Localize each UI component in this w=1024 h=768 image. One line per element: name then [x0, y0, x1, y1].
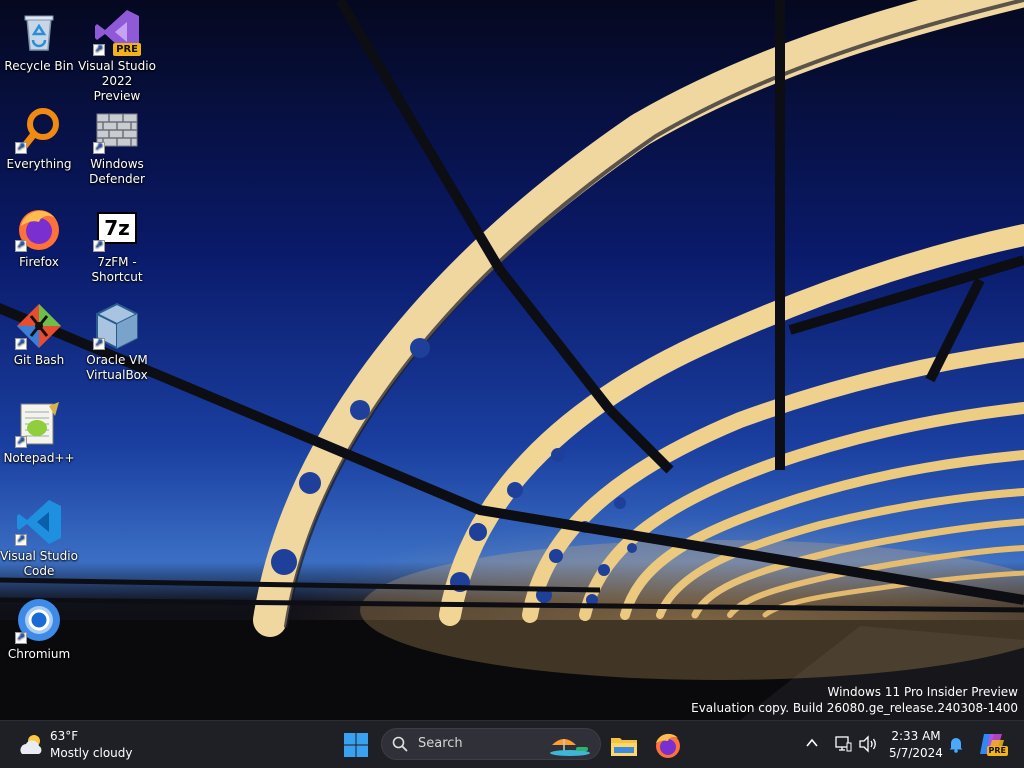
speaker-icon — [859, 735, 876, 753]
desktop-icon-firefox[interactable]: ↗ Firefox — [0, 198, 78, 290]
7zip-icon: 7z ↗ — [93, 204, 141, 252]
clock-time: 2:33 AM — [891, 729, 941, 743]
firefox-icon — [656, 733, 680, 758]
shortcut-arrow-icon: ↗ — [15, 240, 27, 252]
shortcut-arrow-icon: ↗ — [15, 142, 27, 154]
desktop-icon-label: Visual Studio Code — [0, 549, 78, 578]
brick-wall-icon: ↗ — [93, 106, 141, 154]
desktop-icon-label: Visual Studio 2022 Preview — [78, 59, 156, 103]
visual-studio-preview-icon: PRE ↗ — [93, 8, 141, 56]
copilot-preview-badge: PRE — [986, 746, 1008, 756]
desktop-icon-visual-studio-2022-preview[interactable]: PRE ↗ Visual Studio 2022 Preview — [78, 2, 156, 103]
desktop-icon-label: Recycle Bin — [4, 59, 74, 73]
desktop-icon-notepad-plus-plus[interactable]: ↗ Notepad++ — [0, 394, 78, 486]
watermark-edition: Windows 11 Pro Insider Preview — [827, 685, 1018, 699]
shortcut-arrow-icon: ↗ — [93, 338, 105, 350]
network-monitor-icon — [835, 736, 852, 752]
watermark-build: Evaluation copy. Build 26080.ge_release.… — [691, 701, 1018, 715]
show-hidden-icons-button[interactable] — [804, 735, 820, 755]
system-clock[interactable]: 2:33 AM 5/7/2024 — [884, 728, 948, 762]
network-status[interactable] — [834, 735, 852, 757]
desktop-icon-git-bash[interactable]: ↗ Git Bash — [0, 296, 78, 388]
taskbar-search[interactable]: Search — [381, 728, 601, 760]
desktop-icon-everything[interactable]: ↗ Everything — [0, 100, 78, 192]
start-button[interactable] — [340, 729, 372, 761]
search-icon — [392, 736, 408, 752]
vscode-icon: ↗ — [15, 498, 63, 546]
weather-temperature: 63°F — [50, 729, 79, 743]
preview-badge: PRE — [113, 43, 141, 56]
notepad-plus-plus-icon: ↗ — [15, 400, 63, 448]
desktop-icon-label: Oracle VM VirtualBox — [86, 353, 148, 382]
evaluation-watermark: Windows 11 Pro Insider Preview Evaluatio… — [691, 684, 1018, 716]
chromium-icon: ↗ — [15, 596, 63, 644]
file-explorer-icon — [611, 738, 637, 756]
desktop-icon-label: Chromium — [7, 647, 71, 661]
desktop-icon-recycle-bin[interactable]: Recycle Bin — [0, 2, 78, 94]
copilot-button[interactable]: PRE — [978, 730, 1008, 758]
notifications-button[interactable] — [948, 735, 964, 757]
desktop-icon-chromium[interactable]: ↗ Chromium — [0, 590, 78, 682]
beach-umbrella-icon — [550, 739, 590, 756]
desktop-icon-visual-studio-code[interactable]: ↗ Visual Studio Code — [0, 492, 78, 584]
git-bash-icon: ↗ — [15, 302, 63, 350]
shortcut-arrow-icon: ↗ — [93, 44, 105, 56]
taskbar-file-explorer[interactable] — [608, 729, 640, 761]
windows-logo-icon — [344, 733, 368, 757]
desktop-icon-label: Windows Defender — [89, 157, 145, 186]
shortcut-arrow-icon: ↗ — [93, 142, 105, 154]
desktop-icon-oracle-vm-virtualbox[interactable]: ↗ Oracle VM VirtualBox — [78, 296, 156, 388]
firefox-icon: ↗ — [15, 204, 63, 252]
shortcut-arrow-icon: ↗ — [93, 240, 105, 252]
desktop-icon-label: Notepad++ — [3, 451, 75, 465]
desktop-icon-windows-defender[interactable]: ↗ Windows Defender — [78, 100, 156, 192]
taskbar: 63°F Mostly cloudy Search 2:33 AM 5/7/20… — [0, 720, 1024, 768]
clock-date: 5/7/2024 — [889, 746, 943, 760]
desktop-icon-label: 7zFM - Shortcut — [91, 255, 143, 284]
shortcut-arrow-icon: ↗ — [15, 436, 27, 448]
desktop-icon-label: Git Bash — [13, 353, 65, 367]
desktop-icon-7zfm-shortcut[interactable]: 7z ↗ 7zFM - Shortcut — [78, 198, 156, 290]
search-placeholder: Search — [418, 736, 463, 751]
virtualbox-icon: ↗ — [93, 302, 141, 350]
recycle-bin-icon — [15, 8, 63, 56]
taskbar-firefox[interactable] — [652, 729, 684, 761]
desktop-icon-label: Everything — [6, 157, 72, 171]
shortcut-arrow-icon: ↗ — [15, 534, 27, 546]
weather-condition: Mostly cloudy — [50, 746, 133, 760]
volume-control[interactable] — [858, 735, 878, 757]
shortcut-arrow-icon: ↗ — [15, 632, 27, 644]
bell-icon — [949, 738, 963, 753]
chevron-up-icon — [806, 738, 818, 747]
cloud-sun-icon — [20, 735, 42, 754]
desktop-icon-label: Firefox — [19, 255, 59, 269]
shortcut-arrow-icon: ↗ — [15, 338, 27, 350]
everything-search-icon: ↗ — [15, 106, 63, 154]
weather-widget[interactable]: 63°F Mostly cloudy — [14, 726, 154, 764]
